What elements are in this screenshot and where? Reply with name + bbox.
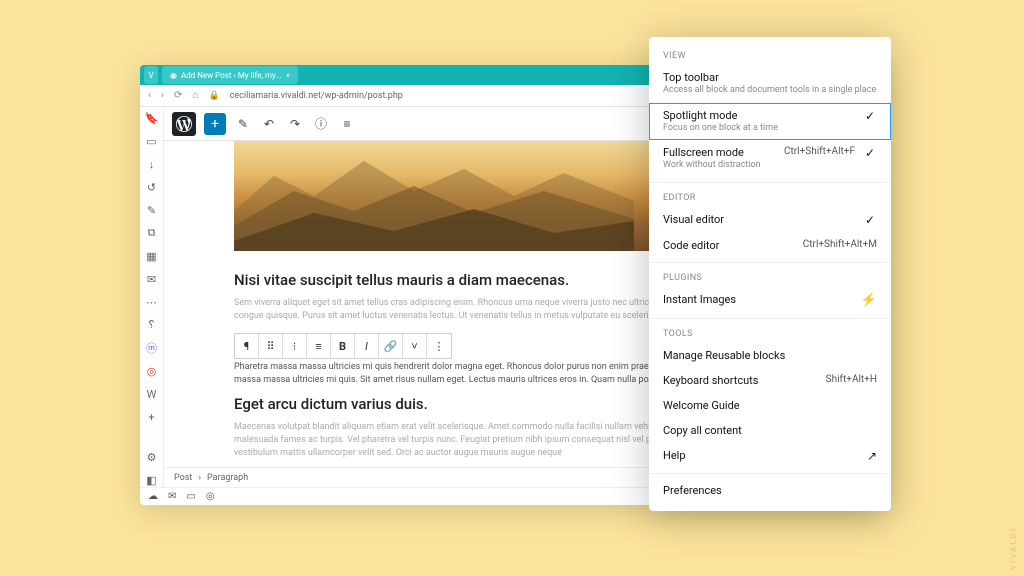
panel-bookmarks-icon[interactable]: 🔖 — [145, 111, 159, 125]
menu-section-tools: TOOLS — [649, 323, 891, 343]
tab-favicon: ◉ — [170, 71, 177, 80]
menu-visual-editor[interactable]: Visual editor ✓ — [649, 207, 891, 233]
editor-options-menu: VIEW Top toolbar Access all block and do… — [649, 37, 891, 511]
redo-icon[interactable]: ↷ — [286, 117, 304, 131]
calendar-status-icon[interactable]: ▭ — [186, 491, 195, 502]
panel-calendar-icon[interactable]: ▦ — [145, 249, 159, 263]
browser-side-panel: 🔖 ▭ ↓ ↺ ✎ ⧉ ▦ ✉ ⋯ ␦ ⓜ ◎ W + ⚙ ◧ — [140, 107, 164, 487]
panel-toggle-icon[interactable]: ◧ — [145, 473, 159, 487]
details-icon[interactable]: ⓘ — [312, 115, 330, 132]
capture-icon[interactable]: ◎ — [206, 491, 215, 502]
menu-instant-images[interactable]: Instant Images ⚡ — [649, 287, 891, 314]
menu-keyboard-shortcuts[interactable]: Keyboard shortcuts Shift+Alt+H — [649, 368, 891, 393]
sync-icon[interactable]: ☁ — [148, 491, 158, 502]
panel-notes-icon[interactable]: ✎ — [145, 203, 159, 217]
align-icon[interactable]: ≡ — [307, 334, 331, 358]
panel-wiki-icon[interactable]: W — [145, 387, 159, 401]
tab-title: Add New Post ‹ My life, my... — [181, 71, 282, 80]
breadcrumb-paragraph[interactable]: Paragraph — [207, 473, 248, 483]
panel-mail-icon[interactable]: ✉ — [145, 272, 159, 286]
panel-settings-icon[interactable]: ⚙ — [145, 450, 159, 464]
link-button[interactable]: 🔗 — [379, 334, 403, 358]
panel-window-icon[interactable]: ⧉ — [145, 226, 159, 240]
panel-mastodon-icon[interactable]: ⓜ — [145, 341, 159, 355]
menu-code-editor[interactable]: Code editor Ctrl+Shift+Alt+M — [649, 233, 891, 258]
menu-section-view: VIEW — [649, 45, 891, 65]
vivaldi-watermark: VIVALDI — [1009, 527, 1018, 570]
bolt-icon: ⚡ — [861, 293, 877, 308]
transform-icon[interactable]: ⠿ — [259, 334, 283, 358]
menu-section-editor: EDITOR — [649, 187, 891, 207]
undo-icon[interactable]: ↶ — [260, 117, 278, 131]
lock-icon: 🔒 — [208, 91, 219, 101]
italic-button[interactable]: I — [355, 334, 379, 358]
external-link-icon: ↗ — [867, 449, 877, 463]
menu-fullscreen-mode[interactable]: Fullscreen mode Work without distraction… — [649, 140, 891, 178]
check-icon: ✓ — [863, 109, 877, 123]
browser-tab[interactable]: ◉ Add New Post ‹ My life, my... + — [162, 66, 298, 84]
nav-reload-icon[interactable]: ⟳ — [174, 90, 182, 101]
paragraph-block-icon[interactable]: ¶ — [235, 334, 259, 358]
edit-mode-icon[interactable]: ✎ — [234, 117, 252, 131]
tab-add-icon[interactable]: + — [286, 71, 291, 80]
menu-top-toolbar[interactable]: Top toolbar Access all block and documen… — [649, 65, 891, 103]
more-rich-icon[interactable]: ˅ — [403, 334, 427, 358]
panel-add-icon[interactable]: + — [145, 410, 159, 424]
menu-copy-all[interactable]: Copy all content — [649, 418, 891, 443]
panel-web-icon[interactable]: ◎ — [145, 364, 159, 378]
chevron-right-icon: › — [198, 473, 201, 483]
bold-button[interactable]: B — [331, 334, 355, 358]
menu-preferences[interactable]: Preferences — [649, 478, 891, 503]
block-options-icon[interactable]: ⋮ — [427, 334, 451, 358]
panel-reading-icon[interactable]: ▭ — [145, 134, 159, 148]
menu-help[interactable]: Help ↗ — [649, 443, 891, 469]
wordpress-logo-icon[interactable] — [172, 112, 196, 136]
check-icon: ✓ — [863, 213, 877, 227]
menu-section-plugins: PLUGINS — [649, 267, 891, 287]
nav-forward-icon[interactable]: › — [161, 90, 164, 101]
outline-icon[interactable]: ≡ — [338, 117, 356, 131]
panel-downloads-icon[interactable]: ↓ — [145, 157, 159, 171]
check-icon: ✓ — [863, 146, 877, 160]
panel-feeds-icon[interactable]: ⋯ — [145, 295, 159, 309]
panel-contacts-icon[interactable]: ␦ — [145, 318, 159, 332]
breadcrumb-post[interactable]: Post — [174, 473, 192, 483]
block-toolbar: ¶ ⠿ ⁝ ≡ B I 🔗 ˅ ⋮ — [234, 333, 452, 359]
vivaldi-menu-button[interactable]: V — [144, 66, 158, 84]
add-block-button[interactable]: + — [204, 113, 226, 135]
nav-back-icon[interactable]: ‹ — [148, 90, 151, 101]
mail-status-icon[interactable]: ✉ — [168, 491, 176, 502]
panel-history-icon[interactable]: ↺ — [145, 180, 159, 194]
home-icon[interactable]: ⌂ — [192, 90, 198, 101]
menu-reusable-blocks[interactable]: Manage Reusable blocks — [649, 343, 891, 368]
menu-spotlight-mode[interactable]: Spotlight mode Focus on one block at a t… — [649, 103, 891, 141]
move-icon[interactable]: ⁝ — [283, 334, 307, 358]
menu-welcome-guide[interactable]: Welcome Guide — [649, 393, 891, 418]
